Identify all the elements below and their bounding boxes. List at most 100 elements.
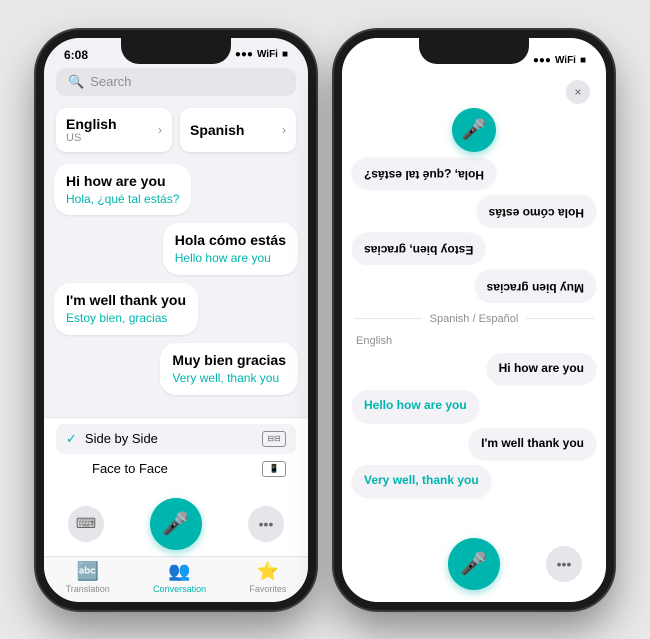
chat-area-1: Hi how are you Hola, ¿qué tal estás? Hol… <box>44 158 308 417</box>
menu-check-icon: ✓ <box>66 431 77 447</box>
ftf-bb2: Hello how are you <box>352 390 479 422</box>
ftf-bottom-b2: Hello how are you <box>352 390 596 422</box>
lang-right-chevron: › <box>282 123 286 137</box>
signal-icon: ●●● <box>235 49 253 60</box>
menu-ftf-icon: 📱 <box>262 461 286 477</box>
lang-left-button[interactable]: English US › <box>56 108 172 152</box>
ftf-bubble-3: Hola cómo estás <box>352 196 596 228</box>
keyboard-button-1[interactable]: ⌨ <box>68 506 104 542</box>
ftf-b4: Hola, ¿qué tal estás? <box>352 158 496 190</box>
menu-side-by-side[interactable]: ✓ Side by Side ⊟⊟ <box>56 424 296 454</box>
ftf-icon-symbol: 📱 <box>269 464 279 473</box>
tab-conversation[interactable]: 👥 Conversation <box>153 561 206 594</box>
top-mic-icon: 🎤 <box>462 117 487 142</box>
search-placeholder: Search <box>90 74 131 89</box>
bubble-2-main: Hola cómo estás <box>175 231 286 249</box>
mic-row-1: ⌨ 🎤 ••• <box>44 490 308 556</box>
ftf-bottom-b4: Very well, thank you <box>352 465 596 497</box>
bubble-3: I'm well thank you Estoy bien, gracias <box>54 283 198 335</box>
menu-sbs-label: Side by Side <box>85 431 158 446</box>
ftf-bb1: Hi how are you <box>487 353 596 385</box>
english-lang-label: English <box>352 335 596 347</box>
more-icon-1: ••• <box>259 516 274 532</box>
language-selector: English US › Spanish › <box>44 102 308 158</box>
lang-left-sub: US <box>66 132 117 144</box>
ftf-b2-main: Estoy bien, gracias <box>364 241 473 257</box>
conversation-tab-label: Conversation <box>153 584 206 594</box>
top-mic-button[interactable]: 🎤 <box>452 108 496 152</box>
ftf-b4-main: Hola, ¿qué tal estás? <box>364 166 484 182</box>
bubble-4-translation: Very well, thank you <box>172 371 286 387</box>
status-bar-2: ●●● WiFi ■ <box>342 44 606 72</box>
translation-tab-icon: 🔤 <box>77 561 99 582</box>
favorites-tab-label: Favorites <box>249 584 286 594</box>
bubble-group-4: Muy bien gracias Very well, thank you <box>54 343 298 395</box>
bubble-group-1: Hi how are you Hola, ¿qué tal estás? <box>54 164 298 216</box>
bubble-4-main: Muy bien gracias <box>172 351 286 369</box>
ftf-bubble-1: Muy bien gracias <box>352 271 596 303</box>
status-time-1: 6:08 <box>64 48 88 62</box>
ftf-bubble-4: Hola, ¿qué tal estás? <box>352 158 596 190</box>
lang-right-name: Spanish <box>190 122 244 138</box>
search-input-display[interactable]: 🔍 Search <box>56 68 296 96</box>
ftf-bb3-main: I'm well thank you <box>481 436 584 452</box>
bubble-1-main: Hi how are you <box>66 172 179 190</box>
divider-line-left <box>354 318 422 319</box>
phone2-header: × <box>342 72 606 108</box>
mic-button-2[interactable]: 🎤 <box>448 538 500 590</box>
status-icons-1: ●●● WiFi ■ <box>235 49 288 60</box>
ftf-bottom-b1: Hi how are you <box>352 353 596 385</box>
search-icon: 🔍 <box>68 74 84 90</box>
ftf-b1-main: Muy bien gracias <box>487 279 584 295</box>
wifi-icon: WiFi <box>257 49 278 60</box>
phones-container: 6:08 ●●● WiFi ■ 🔍 Search English <box>26 20 624 620</box>
lang-left-chevron: › <box>158 123 162 137</box>
bubble-1: Hi how are you Hola, ¿qué tal estás? <box>54 164 191 216</box>
status-bar-1: 6:08 ●●● WiFi ■ <box>44 38 308 66</box>
tab-bar-1: 🔤 Translation 👥 Conversation ⭐ Favorites <box>44 556 308 602</box>
mic-button-1[interactable]: 🎤 <box>150 498 202 550</box>
face-bottom-area: English Hi how are you Hello how are you… <box>342 329 606 530</box>
bubble-2-translation: Hello how are you <box>175 251 286 267</box>
tab-favorites[interactable]: ⭐ Favorites <box>249 561 286 594</box>
signal-icon-2: ●●● <box>533 55 551 66</box>
search-bar: 🔍 Search <box>44 66 308 102</box>
more-button-1[interactable]: ••• <box>248 506 284 542</box>
menu-face-to-face[interactable]: Face to Face 📱 <box>56 454 296 484</box>
menu-ftf-label: Face to Face <box>92 461 168 476</box>
ftf-b2: Estoy bien, gracias <box>352 233 485 265</box>
status-icons-2: ●●● WiFi ■ <box>533 55 586 66</box>
battery-icon-2: ■ <box>580 55 586 66</box>
more-button-2[interactable]: ••• <box>546 546 582 582</box>
favorites-tab-icon: ⭐ <box>257 561 279 582</box>
ftf-bottom-b3: I'm well thank you <box>352 428 596 460</box>
ftf-bb1-main: Hi how are you <box>499 361 584 377</box>
divider-line-right <box>526 318 594 319</box>
bubble-1-translation: Hola, ¿qué tal estás? <box>66 192 179 208</box>
battery-icon: ■ <box>282 49 288 60</box>
bubble-4: Muy bien gracias Very well, thank you <box>160 343 298 395</box>
phone1-screen: 6:08 ●●● WiFi ■ 🔍 Search English <box>44 38 308 602</box>
tab-translation[interactable]: 🔤 Translation <box>66 561 110 594</box>
ftf-bb2-main: Hello how are you <box>364 398 467 414</box>
translation-tab-label: Translation <box>66 584 110 594</box>
menu-ftf-left: Face to Face <box>66 461 168 476</box>
bubble-2: Hola cómo estás Hello how are you <box>163 223 298 275</box>
menu-sbs-icon: ⊟⊟ <box>262 431 286 447</box>
mic-area-2: 🎤 ••• <box>342 530 606 602</box>
bottom-area-1: ✓ Side by Side ⊟⊟ Face to Face <box>44 417 308 602</box>
mic-icon-1: 🎤 <box>162 511 189 537</box>
close-icon: × <box>574 85 581 99</box>
lang-right-button[interactable]: Spanish › <box>180 108 296 152</box>
menu-sbs-left: ✓ Side by Side <box>66 431 158 447</box>
wifi-icon-2: WiFi <box>555 55 576 66</box>
close-button[interactable]: × <box>566 80 590 104</box>
ftf-b3-main: Hola cómo estás <box>489 204 584 220</box>
view-menu: ✓ Side by Side ⊟⊟ Face to Face <box>44 418 308 490</box>
ftf-bb4-main: Very well, thank you <box>364 473 479 489</box>
phone-2: 🎤 ●●● WiFi ■ × <box>334 30 614 610</box>
ftf-bb4: Very well, thank you <box>352 465 491 497</box>
ftf-bubble-2: Estoy bien, gracias <box>352 233 596 265</box>
bubble-3-translation: Estoy bien, gracias <box>66 311 186 327</box>
ftf-b1: Muy bien gracias <box>475 271 596 303</box>
